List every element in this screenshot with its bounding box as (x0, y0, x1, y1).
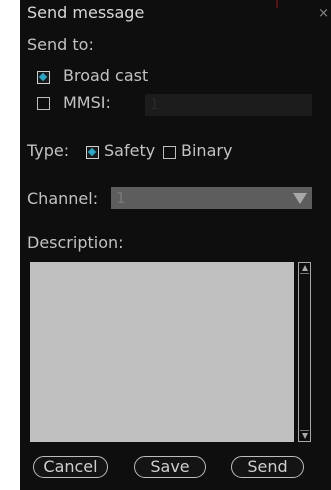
scroll-divider-bottom (300, 430, 309, 431)
broadcast-label: Broad cast (63, 66, 149, 85)
binary-checkbox[interactable] (163, 146, 176, 159)
save-button[interactable]: Save (134, 456, 206, 478)
channel-value: 1 (116, 189, 126, 207)
safety-checkbox[interactable] (86, 146, 99, 159)
mmsi-checkbox[interactable] (37, 97, 50, 110)
channel-label: Channel: (27, 189, 99, 208)
description-scrollbar[interactable] (298, 262, 311, 442)
dialog-title: Send message (27, 3, 145, 22)
channel-dropdown[interactable]: 1 (111, 187, 312, 209)
cancel-button[interactable]: Cancel (33, 456, 108, 478)
mmsi-label: MMSI: (63, 93, 111, 112)
type-label: Type: (27, 141, 70, 160)
description-textarea[interactable] (30, 262, 294, 442)
description-label: Description: (27, 233, 124, 252)
binary-label: Binary (181, 141, 233, 160)
safety-label: Safety (104, 141, 156, 160)
title-bar-accent (276, 0, 278, 8)
broadcast-checkbox[interactable] (37, 71, 50, 84)
send-button[interactable]: Send (231, 456, 304, 478)
mmsi-input[interactable]: 1 (145, 94, 312, 116)
send-message-dialog: Send message × Send to: Broad cast MMSI:… (20, 0, 331, 490)
chevron-down-icon[interactable] (293, 193, 307, 204)
scroll-up-icon[interactable] (302, 265, 308, 271)
scroll-divider-top (300, 273, 309, 274)
send-to-label: Send to: (27, 35, 94, 54)
scroll-down-icon[interactable] (302, 433, 308, 439)
close-icon[interactable]: × (318, 7, 329, 21)
